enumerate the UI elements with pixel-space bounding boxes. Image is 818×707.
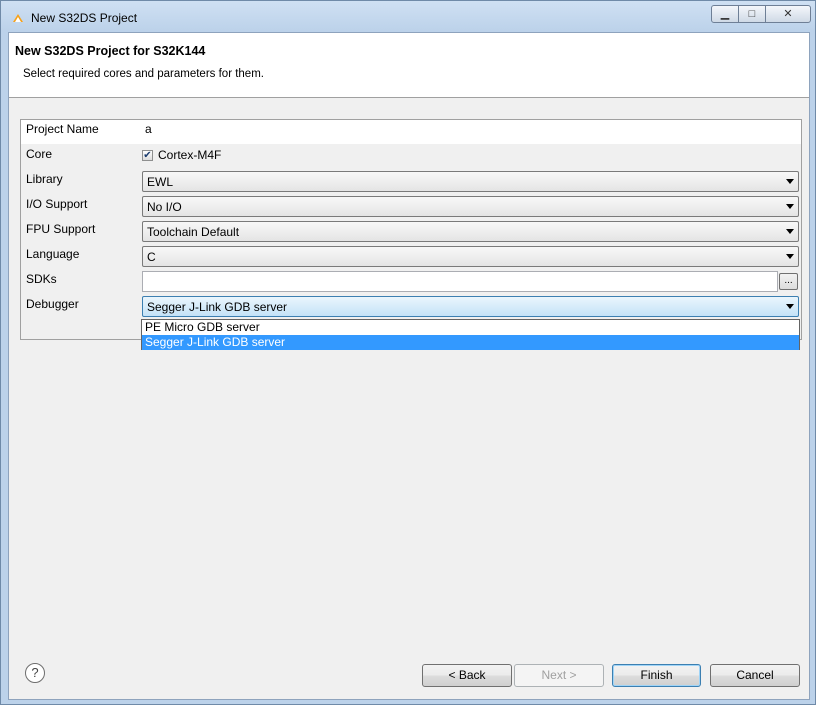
io-support-row: I/O Support No I/O xyxy=(21,195,801,219)
finish-button[interactable]: Finish xyxy=(612,664,701,687)
back-button-label: < Back xyxy=(448,668,486,682)
wizard-header: New S32DS Project for S32K144 Select req… xyxy=(9,33,809,98)
debugger-select[interactable]: Segger J-Link GDB server xyxy=(142,296,799,317)
title-bar[interactable]: New S32DS Project ▁ □ ✕ xyxy=(1,1,815,33)
project-name-label: Project Name xyxy=(26,122,99,136)
dialog-body: New S32DS Project for S32K144 Select req… xyxy=(8,32,810,700)
dialog-window: New S32DS Project ▁ □ ✕ New S32DS Projec… xyxy=(0,0,816,705)
help-button[interactable]: ? xyxy=(25,663,45,683)
fpu-support-row: FPU Support Toolchain Default xyxy=(21,220,801,244)
debugger-row: Debugger Segger J-Link GDB server xyxy=(21,295,801,319)
language-row: Language C xyxy=(21,245,801,269)
fpu-support-select[interactable]: Toolchain Default xyxy=(142,221,799,242)
maximize-icon: □ xyxy=(748,8,756,20)
library-select[interactable]: EWL xyxy=(142,171,799,192)
chevron-down-icon xyxy=(786,179,794,184)
finish-button-label: Finish xyxy=(640,668,673,682)
fpu-support-label: FPU Support xyxy=(26,222,96,236)
project-name-row: Project Name a xyxy=(21,120,801,144)
fpu-support-select-value: Toolchain Default xyxy=(147,225,240,239)
project-settings-table: Project Name a Core ✔ Cortex-M4F Library… xyxy=(20,119,802,340)
core-checkbox-label[interactable]: Cortex-M4F xyxy=(158,148,221,162)
language-select-value: C xyxy=(147,250,156,264)
debugger-dropdown-list: PE Micro GDB server Segger J-Link GDB se… xyxy=(141,319,800,350)
page-title: New S32DS Project for S32K144 xyxy=(15,44,206,58)
sdks-row: SDKs ... xyxy=(21,270,801,294)
cancel-button[interactable]: Cancel xyxy=(710,664,800,687)
sdks-label: SDKs xyxy=(26,272,57,286)
chevron-down-icon xyxy=(786,304,794,309)
next-button-label: Next > xyxy=(541,668,577,682)
library-label: Library xyxy=(26,172,63,186)
language-label: Language xyxy=(26,247,80,261)
cancel-button-label: Cancel xyxy=(736,668,774,682)
window-title: New S32DS Project xyxy=(31,11,138,25)
chevron-down-icon xyxy=(786,229,794,234)
io-support-select[interactable]: No I/O xyxy=(142,196,799,217)
io-support-select-value: No I/O xyxy=(147,200,182,214)
chevron-down-icon xyxy=(786,204,794,209)
next-button[interactable]: Next > xyxy=(514,664,604,687)
core-row: Core ✔ Cortex-M4F xyxy=(21,145,801,169)
close-icon: ✕ xyxy=(783,8,793,20)
minimize-button[interactable]: ▁ xyxy=(711,5,739,23)
io-support-label: I/O Support xyxy=(26,197,88,211)
maximize-button[interactable]: □ xyxy=(738,5,766,23)
sdks-browse-button[interactable]: ... xyxy=(779,273,798,290)
core-label: Core xyxy=(26,147,53,161)
language-select[interactable]: C xyxy=(142,246,799,267)
minimize-icon: ▁ xyxy=(720,8,730,20)
debugger-select-value: Segger J-Link GDB server xyxy=(147,300,288,314)
back-button[interactable]: < Back xyxy=(422,664,512,687)
debugger-option-segger[interactable]: Segger J-Link GDB server xyxy=(142,335,799,350)
app-icon xyxy=(13,14,23,22)
page-description: Select required cores and parameters for… xyxy=(23,68,264,80)
core-checkbox[interactable]: ✔ xyxy=(142,150,153,161)
checkmark-icon: ✔ xyxy=(143,150,152,161)
debugger-label: Debugger xyxy=(26,297,79,311)
project-name-value[interactable]: a xyxy=(145,122,152,136)
debugger-option-pe-micro[interactable]: PE Micro GDB server xyxy=(142,320,799,335)
help-icon: ? xyxy=(31,665,39,680)
chevron-down-icon xyxy=(786,254,794,259)
close-button[interactable]: ✕ xyxy=(765,5,811,23)
sdks-field[interactable] xyxy=(142,271,778,292)
library-row: Library EWL xyxy=(21,170,801,194)
library-select-value: EWL xyxy=(147,175,174,189)
